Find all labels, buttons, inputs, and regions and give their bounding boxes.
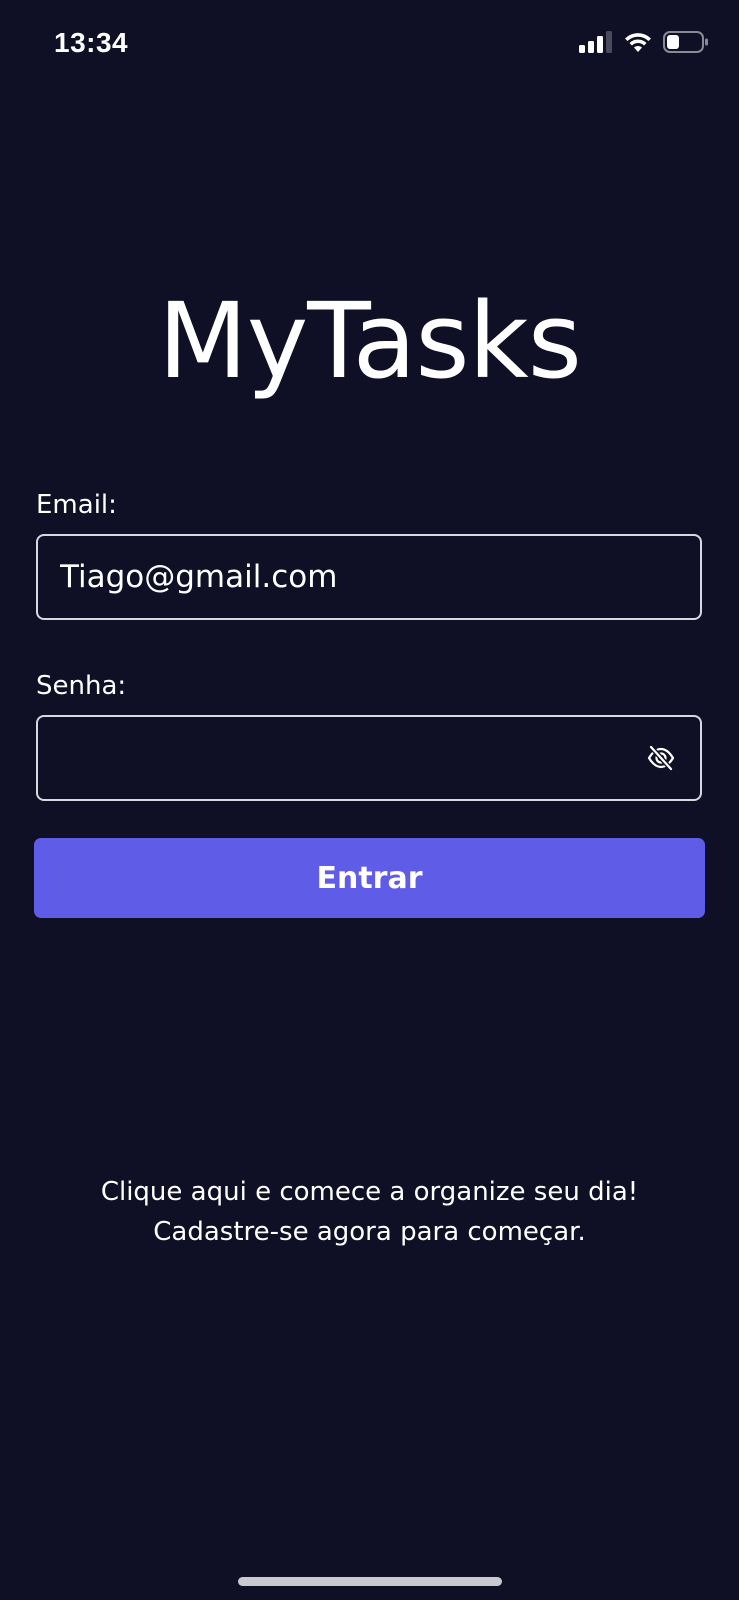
- password-field[interactable]: [36, 715, 702, 801]
- signal-icon: [579, 31, 613, 57]
- email-field[interactable]: Tiago@gmail.com: [36, 534, 702, 620]
- eye-off-icon[interactable]: [644, 741, 678, 775]
- battery-icon: [663, 30, 709, 58]
- email-label: Email:: [36, 490, 117, 520]
- status-bar: 13:34: [0, 0, 739, 90]
- app-title: MyTasks: [158, 280, 582, 402]
- status-icons: [579, 30, 709, 58]
- home-indicator[interactable]: [238, 1577, 502, 1586]
- signup-link[interactable]: Clique aqui e comece a organize seu dia!…: [0, 1172, 739, 1252]
- email-input-value[interactable]: Tiago@gmail.com: [60, 559, 678, 595]
- signup-line-2[interactable]: Cadastre-se agora para começar.: [0, 1212, 739, 1252]
- signup-line-1[interactable]: Clique aqui e comece a organize seu dia!: [0, 1172, 739, 1212]
- login-button[interactable]: Entrar: [34, 838, 705, 918]
- wifi-icon: [623, 30, 653, 58]
- status-time: 13:34: [54, 27, 129, 58]
- password-label: Senha:: [36, 671, 127, 701]
